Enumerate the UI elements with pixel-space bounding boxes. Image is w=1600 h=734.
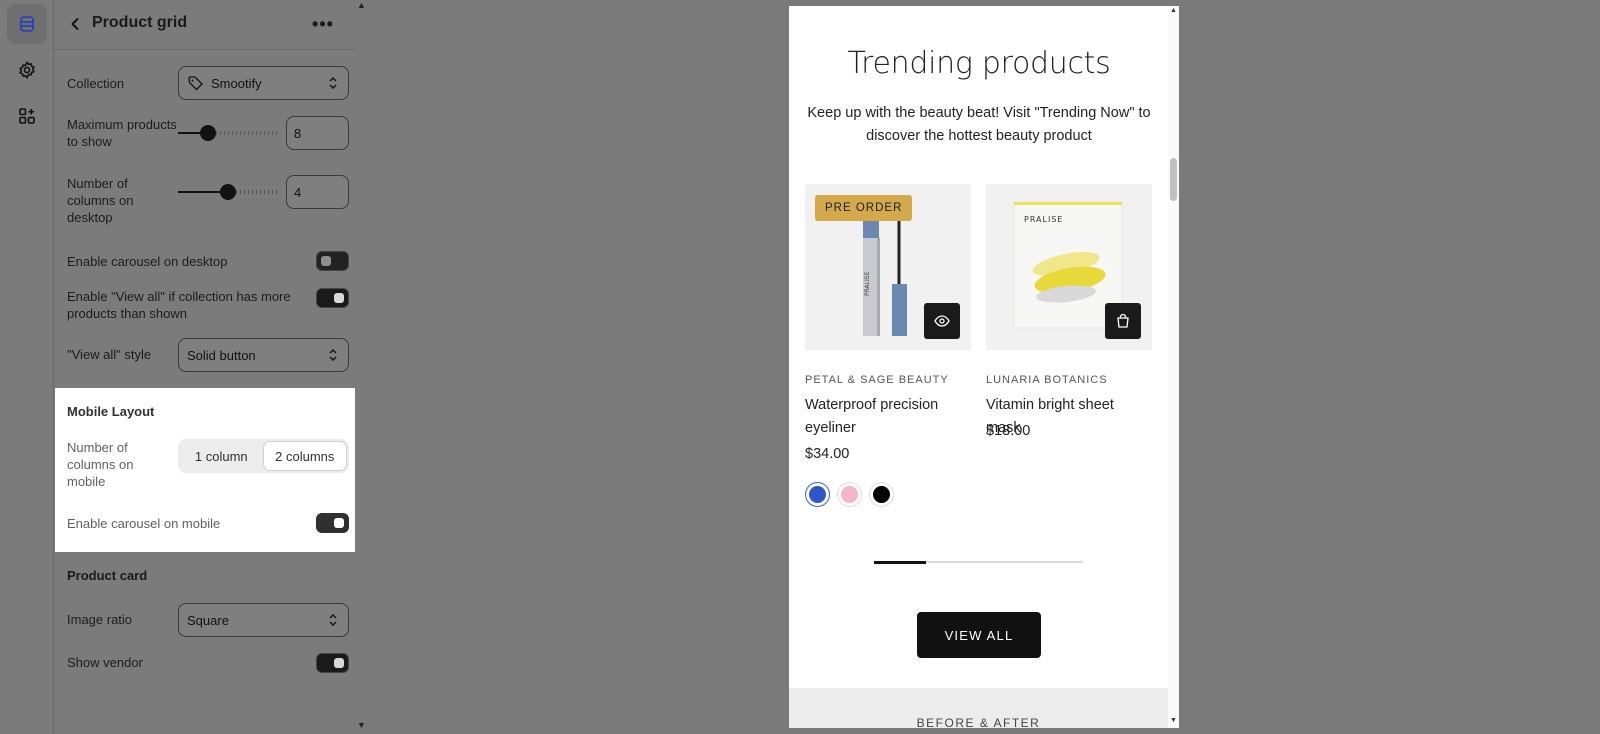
product-vendor: PETAL & SAGE BEAUTY (805, 374, 949, 386)
view-all-button[interactable]: VIEW ALL (917, 612, 1041, 658)
max-products-slider[interactable] (178, 125, 278, 141)
toggle-knob (321, 256, 331, 266)
section-heading: Trending products (847, 46, 1111, 81)
mask-brand: PRALISE (1024, 215, 1063, 224)
slider-thumb[interactable] (220, 184, 236, 200)
product-card[interactable]: PRALISE LUNARIA BOTANICS Vitamin bright … (986, 184, 1152, 439)
columns-desktop-label: Number of columns on desktop (67, 176, 134, 225)
swatch-black[interactable] (869, 482, 894, 507)
carousel-desktop-toggle[interactable] (316, 251, 349, 271)
show-vendor-label: Show vendor (67, 655, 143, 670)
scroll-up-arrow-icon[interactable]: ▲ (1170, 7, 1177, 14)
quick-view-button[interactable] (924, 303, 960, 339)
product-price: $34.00 (805, 446, 850, 462)
next-section: BEFORE & AFTER (789, 688, 1168, 728)
mobile-columns-label: Number of columns on mobile (67, 440, 134, 489)
image-ratio-value: Square (187, 612, 229, 628)
carousel-progress (874, 560, 1083, 564)
one-column-option[interactable]: 1 column (180, 441, 263, 471)
chevron-up-down-icon (329, 77, 337, 89)
chevron-left-icon (71, 18, 79, 30)
carousel-mobile-label: Enable carousel on mobile (67, 516, 221, 531)
max-products-input[interactable]: 8 (286, 116, 349, 150)
mobile-layout-title: Mobile Layout (67, 404, 155, 419)
product-title[interactable]: Waterproof precision eyeliner (805, 394, 971, 440)
section-description: Keep up with the beauty beat! Visit "Tre… (807, 105, 1151, 144)
product-price: $18.00 (986, 423, 1031, 439)
slider-track (216, 131, 278, 135)
slider-thumb[interactable] (200, 125, 216, 141)
view-all-enable-toggle[interactable] (316, 288, 349, 308)
product-card[interactable]: PRALISE PRE ORDER PETAL & SAGE BEAUTY Wa… (805, 184, 971, 507)
storefront-preview: Trending products Keep up with the beaut… (789, 6, 1179, 728)
image-ratio-label: Image ratio (67, 612, 133, 627)
more-options-button[interactable]: ••• (311, 12, 335, 36)
eyeliner-brand: PRALISE (864, 271, 871, 296)
scroll-down-arrow-icon[interactable]: ▼ (357, 720, 366, 730)
panel-title: Product grid (92, 14, 188, 31)
toggle-knob (334, 658, 344, 668)
swatch-blue[interactable] (805, 482, 830, 507)
toggle-knob (334, 518, 344, 528)
view-all-enable-label: Enable "View all" if collection has more… (67, 289, 291, 321)
carousel-progress-fill (874, 560, 927, 564)
product-card-title: Product card (67, 568, 148, 583)
product-image[interactable]: PRALISE PRE ORDER (805, 184, 971, 350)
tag-icon (188, 76, 203, 91)
panel-scrollbar[interactable]: ▲ ▼ (355, 0, 367, 734)
collection-value: Smootify (211, 75, 262, 91)
eye-icon (934, 315, 950, 327)
carousel-mobile-toggle[interactable] (316, 513, 349, 533)
swatch-pink[interactable] (837, 482, 862, 507)
carousel-desktop-label: Enable carousel on desktop (67, 254, 228, 269)
collection-label: Collection (67, 76, 125, 91)
apps-icon[interactable] (7, 96, 47, 136)
color-swatches (805, 482, 894, 507)
slider-track (236, 190, 278, 194)
preview-scrollbar[interactable]: ▲ ▼ (1168, 6, 1179, 728)
sections-icon[interactable] (7, 4, 47, 44)
shopping-bag-icon (1117, 313, 1129, 328)
scroll-up-arrow-icon[interactable]: ▲ (357, 0, 366, 10)
collection-select[interactable]: Smootify (178, 66, 349, 100)
pre-order-badge: PRE ORDER (815, 195, 913, 221)
add-to-cart-button[interactable] (1105, 303, 1141, 339)
chevron-up-down-icon (329, 349, 337, 361)
two-columns-option[interactable]: 2 columns (262, 441, 347, 471)
back-button[interactable] (65, 12, 85, 36)
show-vendor-toggle[interactable] (316, 653, 349, 673)
next-section-title: BEFORE & AFTER (916, 716, 1041, 728)
product-image[interactable]: PRALISE (986, 184, 1152, 350)
mobile-columns-segmented: 1 column 2 columns (178, 439, 349, 473)
view-all-style-value: Solid button (187, 347, 256, 363)
product-vendor: LUNARIA BOTANICS (986, 374, 1108, 386)
chevron-up-down-icon (329, 614, 337, 626)
preview-scroll-thumb[interactable] (1170, 158, 1177, 201)
view-all-style-label: "View all" style (67, 347, 152, 362)
view-all-style-select[interactable]: Solid button (178, 338, 349, 372)
image-ratio-select[interactable]: Square (178, 603, 349, 637)
columns-desktop-input[interactable]: 4 (286, 175, 349, 209)
columns-desktop-slider[interactable] (178, 184, 278, 200)
toggle-knob (334, 293, 344, 303)
settings-panel: Product grid ••• Collection Smootify Max… (55, 0, 367, 734)
panel-header: Product grid ••• (55, 0, 355, 50)
scroll-down-arrow-icon[interactable]: ▼ (1170, 717, 1177, 724)
icon-rail (0, 0, 54, 734)
mobile-layout-card: Mobile Layout Number of columns on mobil… (55, 388, 367, 552)
max-products-label: Maximum products to show (67, 117, 177, 149)
settings-gear-icon[interactable] (7, 50, 47, 90)
